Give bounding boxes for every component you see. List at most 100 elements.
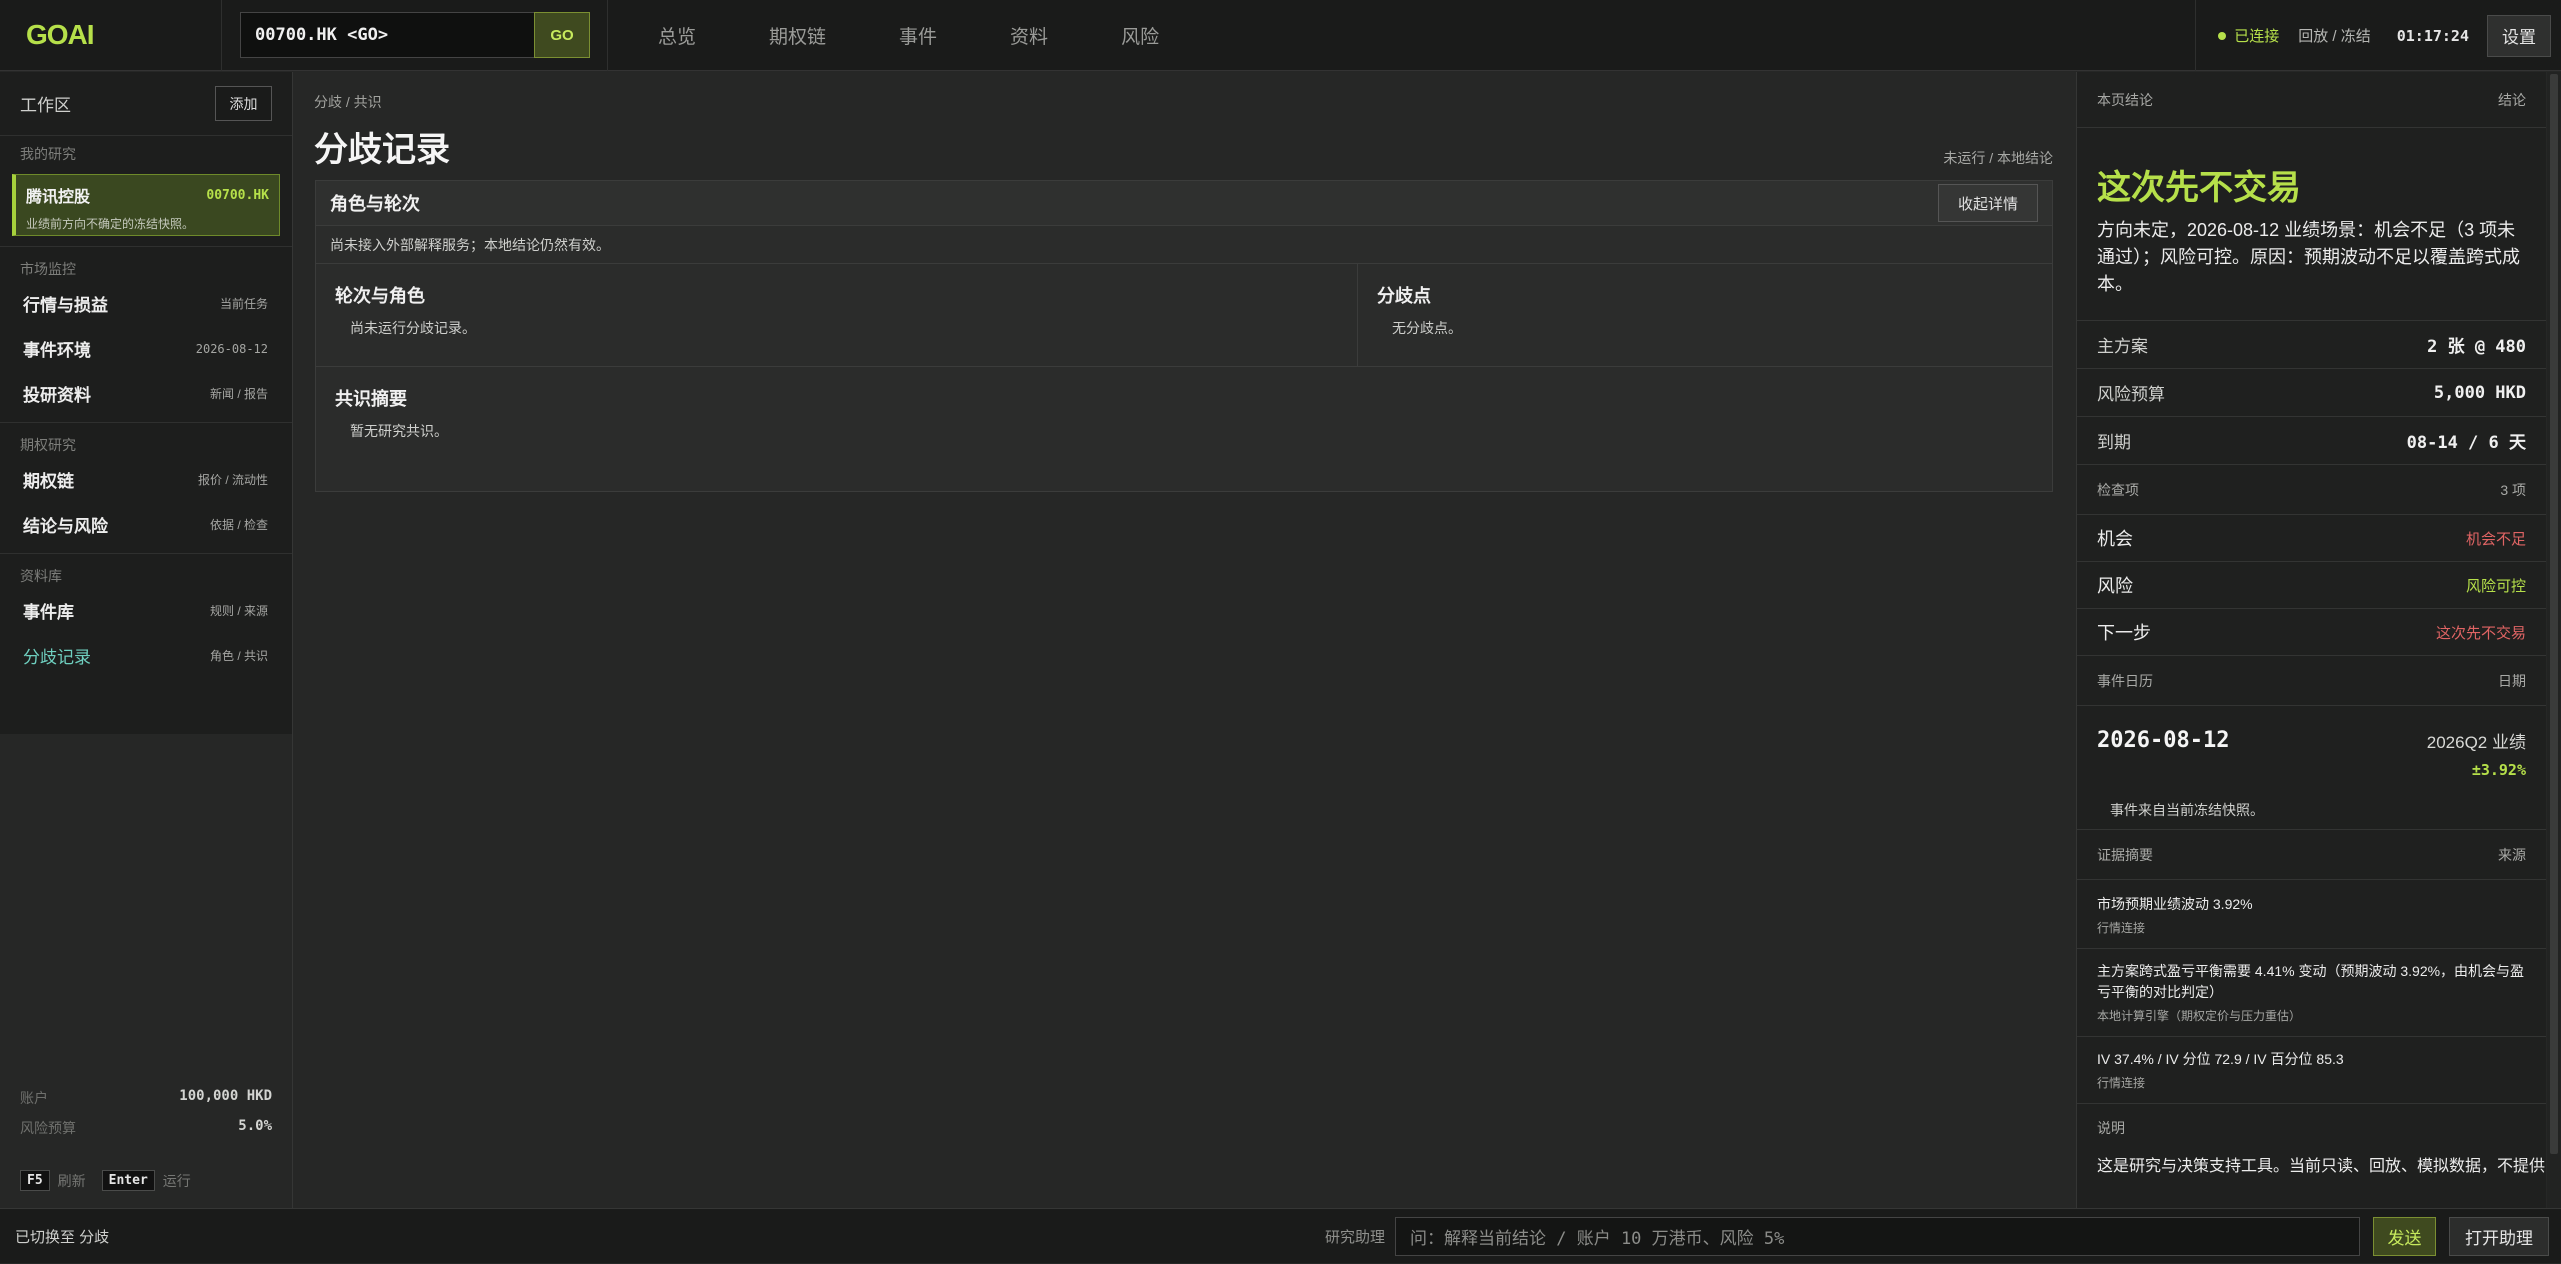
divergence-body: 无分歧点。	[1392, 320, 1462, 336]
consensus-title: 共识摘要	[335, 389, 407, 409]
panel-header: 角色与轮次 收起详情	[316, 181, 2052, 226]
right-panel-scrollbar[interactable]	[2547, 72, 2561, 1208]
evidence-meta: 来源	[2498, 846, 2526, 863]
evidence-text: 市场预期业绩波动 3.92%	[2097, 896, 2253, 912]
settings-button[interactable]: 设置	[2487, 14, 2551, 57]
sidebar-item-label: 结论与风险	[23, 517, 108, 536]
event-row: 2026-08-12 2026Q2 业绩 ±3.92%	[2077, 706, 2546, 790]
research-card-tencent[interactable]: 腾讯控股 00700.HK 业绩前方向不确定的冻结快照。	[12, 174, 280, 236]
description-label: 说明	[2097, 1120, 2125, 1136]
collapse-details-button[interactable]: 收起详情	[1938, 184, 2038, 222]
nav-materials[interactable]: 资料	[1010, 22, 1048, 49]
assistant-input[interactable]: 问：解释当前结论 / 账户 10 万港币、风险 5%	[1395, 1217, 2360, 1256]
panel-note: 尚未接入外部解释服务；本地结论仍然有效。	[316, 226, 2052, 264]
description-header: 说明	[2077, 1118, 2546, 1138]
sidebar-item-conclusion-risk[interactable]: 结论与风险 依据 / 检查	[0, 502, 292, 547]
evidence-text: IV 37.4% / IV 分位 72.9 / IV 百分位 85.3	[2097, 1051, 2344, 1067]
connection-status: 已连接	[2234, 28, 2280, 45]
event-date: 2026-08-12	[2097, 728, 2230, 753]
checks-header: 检查项 3 项	[2077, 465, 2546, 515]
check-row-opportunity: 机会 机会不足	[2077, 515, 2546, 562]
kv-row-risk-budget: 风险预算 5,000 HKD	[2077, 369, 2546, 417]
group-library: 资料库 事件库 规则 / 来源 分歧记录 角色 / 共识	[0, 553, 292, 678]
breadcrumb: 分歧 / 共识	[314, 94, 382, 110]
key-enter: Enter	[101, 1170, 155, 1191]
sidebar-item-meta: 当前任务	[219, 297, 268, 311]
kv-value: 2 张 @ 480	[2427, 337, 2526, 357]
research-code: 00700.HK	[206, 187, 269, 203]
divergence-cell: 分歧点 无分歧点。	[1358, 264, 1481, 366]
kv-key: 主方案	[2097, 337, 2148, 356]
evidence-item: 主方案跨式盈亏平衡需要 4.41% 变动（预期波动 3.92%，由机会与盈亏平衡…	[2077, 949, 2546, 1037]
sidebar-item-divergence[interactable]: 分歧记录 角色 / 共识	[0, 633, 292, 678]
conclusion-header-meta: 结论	[2498, 91, 2526, 108]
sidebar-item-meta: 新闻 / 报告	[209, 387, 268, 401]
check-row-next-step: 下一步 这次先不交易	[2077, 609, 2546, 656]
calendar-header: 事件日历 日期	[2077, 656, 2546, 706]
checks-label: 检查项	[2097, 481, 2139, 498]
panel-row: 轮次与角色 尚未运行分歧记录。 分歧点 无分歧点。	[316, 264, 2052, 367]
group-label: 期权研究	[20, 437, 76, 453]
risk-budget-value: 5.0%	[238, 1118, 272, 1134]
evidence-text: 主方案跨式盈亏平衡需要 4.41% 变动（预期波动 3.92%，由机会与盈亏平衡…	[2097, 963, 2525, 1000]
shortcut-hints: F5 刷新 Enter 运行	[20, 1170, 191, 1191]
open-assistant-button[interactable]: 打开助理	[2449, 1217, 2549, 1256]
consensus-cell: 共识摘要 暂无研究共识。	[316, 367, 2052, 459]
evidence-source: 行情连接	[2097, 921, 2146, 935]
nav-option-chain[interactable]: 期权链	[769, 22, 826, 49]
sidebar-item-event-library[interactable]: 事件库 规则 / 来源	[0, 588, 292, 633]
workspace-title: 工作区	[20, 96, 71, 115]
kv-value: 08-14 / 6 天	[2406, 433, 2526, 453]
sidebar-item-label: 事件环境	[23, 341, 91, 360]
command-input[interactable]: 00700.HK <GO>	[240, 12, 534, 58]
mode-status: 回放 / 冻结	[2298, 28, 2371, 45]
evidence-label: 证据摘要	[2097, 846, 2153, 863]
event-note: 事件来自当前冻结快照。	[2110, 801, 2264, 818]
research-subtitle: 业绩前方向不确定的冻结快照。	[26, 217, 195, 231]
sidebar-item-event-env[interactable]: 事件环境 2026-08-12	[0, 326, 292, 371]
rounds-title: 轮次与角色	[335, 286, 425, 306]
sidebar-item-meta: 依据 / 检查	[209, 518, 268, 532]
key-f5: F5	[20, 1170, 50, 1191]
sidebar: 工作区 添加 我的研究 腾讯控股 00700.HK 业绩前方向不确定的冻结快照。…	[0, 72, 293, 1208]
sidebar-item-meta: 2026-08-12	[195, 341, 268, 356]
add-button[interactable]: 添加	[215, 86, 272, 121]
my-research-label: 我的研究	[20, 146, 76, 162]
divergence-title: 分歧点	[1377, 286, 1431, 306]
app-logo: GOAI	[0, 0, 222, 71]
sidebar-item-option-chain[interactable]: 期权链 报价 / 流动性	[0, 457, 292, 502]
go-button[interactable]: GO	[534, 12, 590, 58]
bottom-bar: 已切换至 分歧 研究助理 问：解释当前结论 / 账户 10 万港币、风险 5% …	[0, 1208, 2561, 1263]
kv-row-expiry: 到期 08-14 / 6 天	[2077, 417, 2546, 465]
conclusion-title: 这次先不交易	[2097, 169, 2301, 207]
conclusion-block: 这次先不交易 方向未定，2026-08-12 业绩场景：机会不足（3 项未通过）…	[2077, 160, 2546, 321]
send-button[interactable]: 发送	[2373, 1217, 2436, 1256]
group-market-monitor: 市场监控 行情与损益 当前任务 事件环境 2026-08-12 投研资料 新闻 …	[0, 246, 292, 416]
conclusion-header-label: 本页结论	[2097, 91, 2153, 108]
nav-overview[interactable]: 总览	[658, 22, 696, 49]
check-key: 机会	[2097, 529, 2133, 549]
risk-budget-label: 风险预算	[20, 1120, 76, 1136]
workspace-header: 工作区 添加	[0, 72, 292, 136]
panel-title: 角色与轮次	[330, 194, 420, 214]
command-area: 00700.HK <GO> GO	[222, 0, 608, 71]
sidebar-item-meta: 规则 / 来源	[209, 604, 268, 618]
main-nav: 总览 期权链 事件 资料 风险	[658, 22, 1232, 49]
event-note-row: 事件来自当前冻结快照。	[2077, 790, 2546, 830]
group-label: 资料库	[20, 568, 62, 584]
account-value: 100,000 HKD	[179, 1088, 272, 1104]
kv-key: 风险预算	[2097, 385, 2165, 404]
consensus-body: 暂无研究共识。	[350, 423, 448, 439]
conclusion-body: 方向未定，2026-08-12 业绩场景：机会不足（3 项未通过）；风险可控。原…	[2097, 220, 2520, 294]
checks-count: 3 项	[2500, 481, 2526, 498]
research-name: 腾讯控股	[26, 189, 91, 206]
sidebar-item-quotes-pnl[interactable]: 行情与损益 当前任务	[0, 281, 292, 326]
key-enter-label: 运行	[162, 1172, 191, 1189]
sidebar-item-label: 行情与损益	[23, 296, 108, 315]
nav-events[interactable]: 事件	[899, 22, 937, 49]
scrollbar-thumb[interactable]	[2550, 74, 2558, 1154]
sidebar-item-label: 期权链	[23, 472, 74, 491]
nav-risk[interactable]: 风险	[1121, 22, 1159, 49]
sidebar-item-research-materials[interactable]: 投研资料 新闻 / 报告	[0, 371, 292, 416]
description-body: 这是研究与决策支持工具。当前只读、回放、模拟数据，不提供	[2097, 1158, 2546, 1175]
